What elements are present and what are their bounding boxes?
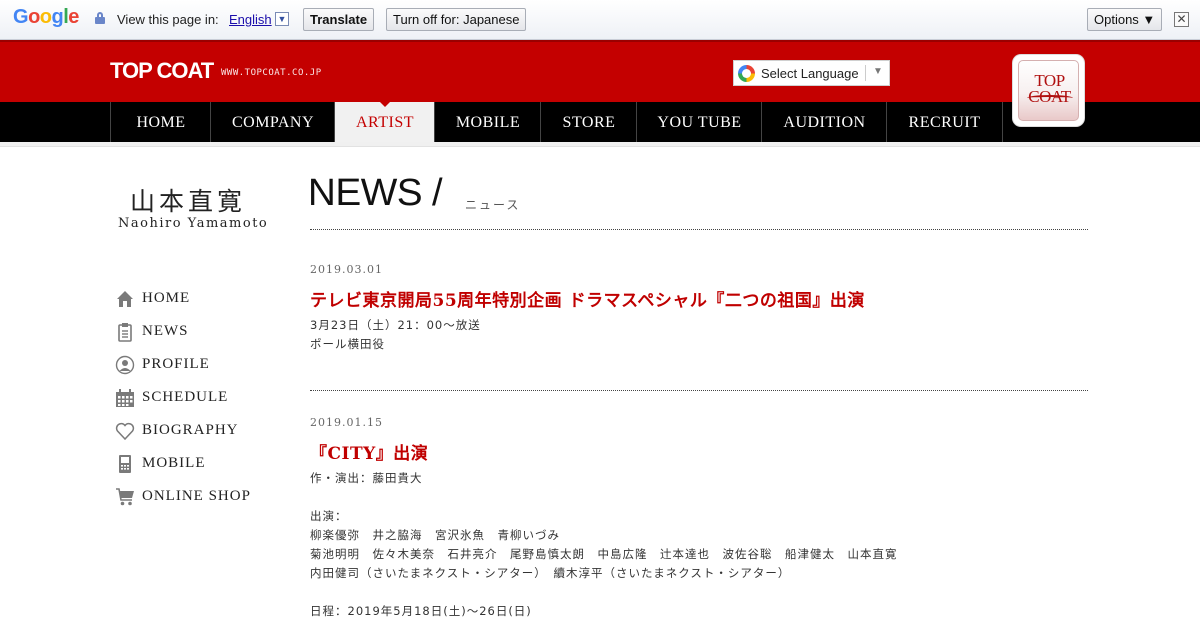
cart-icon xyxy=(116,488,134,506)
page-title-slash: / xyxy=(432,172,443,214)
sidebar-item-label: BIOGRAPHY xyxy=(142,422,239,438)
news-body-line: ポール横田役 xyxy=(310,337,385,351)
person-icon xyxy=(115,355,135,375)
sidebar-item-label: ONLINE SHOP xyxy=(142,488,251,504)
news-headline[interactable]: 『CITY』出演 xyxy=(310,439,428,464)
topcoat-badge-logo[interactable]: TOP COAT xyxy=(1013,55,1084,126)
artist-name-jp: 山本直寛 xyxy=(130,187,247,216)
page-subtitle: ニュース xyxy=(465,198,521,212)
phone-icon xyxy=(119,455,131,473)
close-icon[interactable]: ✕ xyxy=(1174,12,1189,27)
nav-underline xyxy=(0,142,1200,147)
badge-swoosh xyxy=(1027,95,1073,101)
heart-icon xyxy=(115,422,135,441)
nav-company[interactable]: COMPANY xyxy=(210,102,335,142)
select-language-label: Select Language xyxy=(761,66,859,81)
page-title: NEWS xyxy=(307,172,423,214)
news-body-line: 菊池明明 佐々木美奈 石井亮介 尾野島慎太朗 中島広隆 辻本達也 波佐谷聡 船津… xyxy=(310,547,898,561)
news-body-line: 3月23日（土）21：00～放送 xyxy=(310,318,481,332)
translate-bar: Google View this page in: English ▼ Tran… xyxy=(0,0,1200,40)
news-body-line: 内田健司（さいたまネクスト・シアター） 續木淳平（さいたまネクスト・シアター） xyxy=(310,566,791,580)
translate-button[interactable]: Translate xyxy=(303,8,375,31)
nav-recruit[interactable]: RECRUIT xyxy=(886,102,1003,142)
target-language-link[interactable]: English xyxy=(229,12,272,27)
google-logo: Google xyxy=(13,6,79,28)
view-page-text: View this page in: xyxy=(117,12,219,27)
options-button[interactable]: Options ▼ xyxy=(1087,8,1163,31)
news-date: 2019.01.15 xyxy=(310,416,383,429)
language-dropdown-icon[interactable]: ▼ xyxy=(275,12,289,26)
brand-logo[interactable]: TOP COAT xyxy=(110,58,214,84)
artist-name-en: Naohiro Yamamoto xyxy=(118,216,269,231)
sidebar-item-label: PROFILE xyxy=(142,356,210,372)
news-divider xyxy=(310,390,1088,391)
news-body-line: 柳楽優弥 井之脇海 宮沢氷魚 青柳いづみ xyxy=(310,528,560,542)
turn-off-button[interactable]: Turn off for: Japanese xyxy=(386,8,527,31)
select-divider xyxy=(865,65,866,81)
clipboard-icon xyxy=(118,323,132,342)
news-body-line: 作・演出：藤田貴大 xyxy=(310,471,423,485)
title-divider xyxy=(310,229,1088,230)
brand-url: WWW.TOPCOAT.CO.JP xyxy=(221,68,322,78)
house-icon xyxy=(117,291,133,307)
nav-audition[interactable]: AUDITION xyxy=(761,102,887,142)
nav-youtube[interactable]: YOU TUBE xyxy=(636,102,762,142)
lock-icon xyxy=(95,12,105,24)
news-headline[interactable]: テレビ東京開局55周年特別企画 ドラマスペシャル『二つの祖国』出演 xyxy=(310,286,865,311)
nav-mobile[interactable]: MOBILE xyxy=(434,102,541,142)
news-date: 2019.03.01 xyxy=(310,263,383,276)
select-language-dropdown[interactable]: Select Language ▼ xyxy=(733,60,890,86)
nav-artist[interactable]: ARTIST xyxy=(334,102,435,142)
calendar-icon xyxy=(116,389,134,407)
google-g-icon xyxy=(738,65,755,82)
nav-store[interactable]: STORE xyxy=(540,102,637,142)
sidebar-item-label: MOBILE xyxy=(142,455,206,471)
sidebar-item-label: SCHEDULE xyxy=(142,389,229,405)
news-body-line: 日程：2019年5月18日(土)～26日(日) xyxy=(310,604,532,618)
nav-home[interactable]: HOME xyxy=(110,102,211,142)
chevron-down-icon: ▼ xyxy=(873,66,883,77)
news-body-line: 出演： xyxy=(310,509,348,523)
sidebar-item-label: HOME xyxy=(142,290,191,306)
sidebar-item-label: NEWS xyxy=(142,323,189,339)
